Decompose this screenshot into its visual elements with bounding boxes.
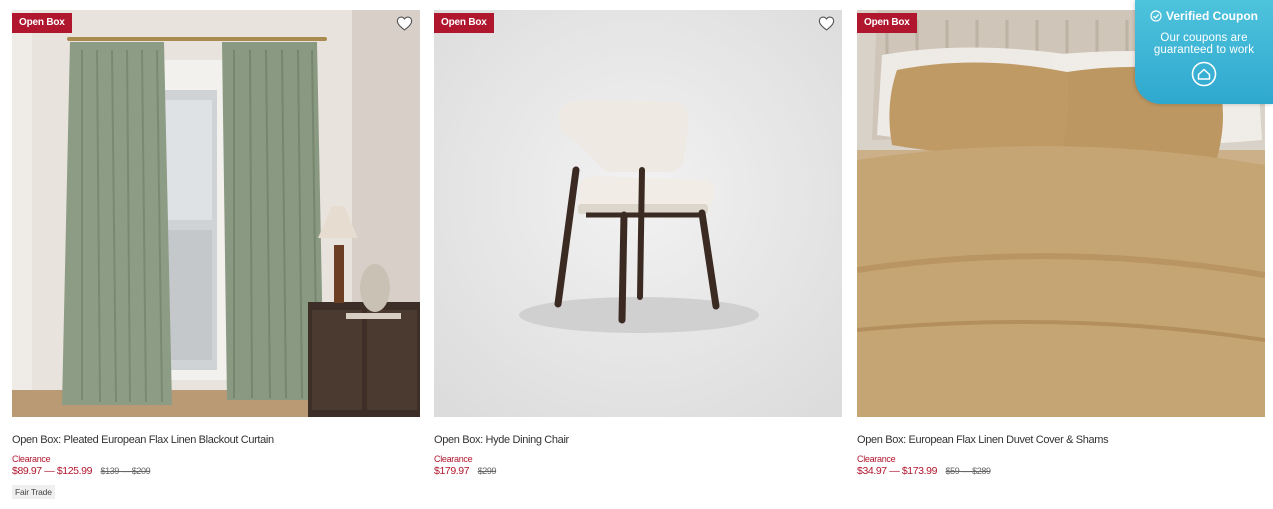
verified-coupon-widget[interactable]: Verified Coupon Our coupons are guarante… bbox=[1135, 0, 1273, 104]
price-row: $89.97 — $125.99 $139 — $209 bbox=[12, 465, 420, 477]
coupon-logo-icon bbox=[1191, 61, 1217, 87]
dining-chair-photo bbox=[434, 10, 842, 417]
clearance-label: Clearance bbox=[434, 454, 473, 464]
favorite-button[interactable] bbox=[396, 16, 413, 31]
product-title[interactable]: Open Box: Hyde Dining Chair bbox=[434, 434, 842, 446]
open-box-badge: Open Box bbox=[12, 13, 72, 33]
original-price: $59 — $289 bbox=[945, 466, 991, 476]
product-card[interactable]: Open Box Open Box: Hyde Dining Chair Cle… bbox=[434, 10, 842, 477]
product-card[interactable]: Open Box Open Box: Pleated European Flax… bbox=[12, 10, 420, 500]
clearance-label: Clearance bbox=[857, 454, 896, 464]
heart-icon bbox=[396, 16, 413, 31]
curtain-room-photo bbox=[12, 10, 420, 417]
open-box-badge: Open Box bbox=[857, 13, 917, 33]
fair-trade-tag: Fair Trade bbox=[12, 485, 55, 499]
coupon-text-line-1: Our coupons are bbox=[1160, 32, 1248, 44]
coupon-heading: Verified Coupon bbox=[1165, 9, 1258, 23]
check-circle-icon bbox=[1150, 10, 1162, 22]
favorite-button[interactable] bbox=[818, 16, 835, 31]
sale-price: $179.97 bbox=[434, 465, 470, 477]
product-title[interactable]: Open Box: European Flax Linen Duvet Cove… bbox=[857, 434, 1265, 446]
sale-price: $34.97 — $173.99 bbox=[857, 465, 938, 477]
original-price: $299 bbox=[477, 466, 497, 476]
clearance-label: Clearance bbox=[12, 454, 51, 464]
original-price: $139 — $209 bbox=[100, 466, 151, 476]
open-box-badge: Open Box bbox=[434, 13, 494, 33]
product-title[interactable]: Open Box: Pleated European Flax Linen Bl… bbox=[12, 434, 420, 446]
price-row: $179.97 $299 bbox=[434, 465, 842, 477]
product-image[interactable]: Open Box bbox=[12, 10, 420, 417]
price-row: $34.97 — $173.99 $59 — $289 bbox=[857, 465, 1265, 477]
coupon-logo-button[interactable] bbox=[1191, 61, 1217, 87]
sale-price: $89.97 — $125.99 bbox=[12, 465, 93, 477]
product-image[interactable]: Open Box bbox=[434, 10, 842, 417]
coupon-heading-row: Verified Coupon bbox=[1135, 9, 1273, 23]
heart-icon bbox=[818, 16, 835, 31]
coupon-text-line-2: guaranteed to work bbox=[1153, 44, 1255, 56]
